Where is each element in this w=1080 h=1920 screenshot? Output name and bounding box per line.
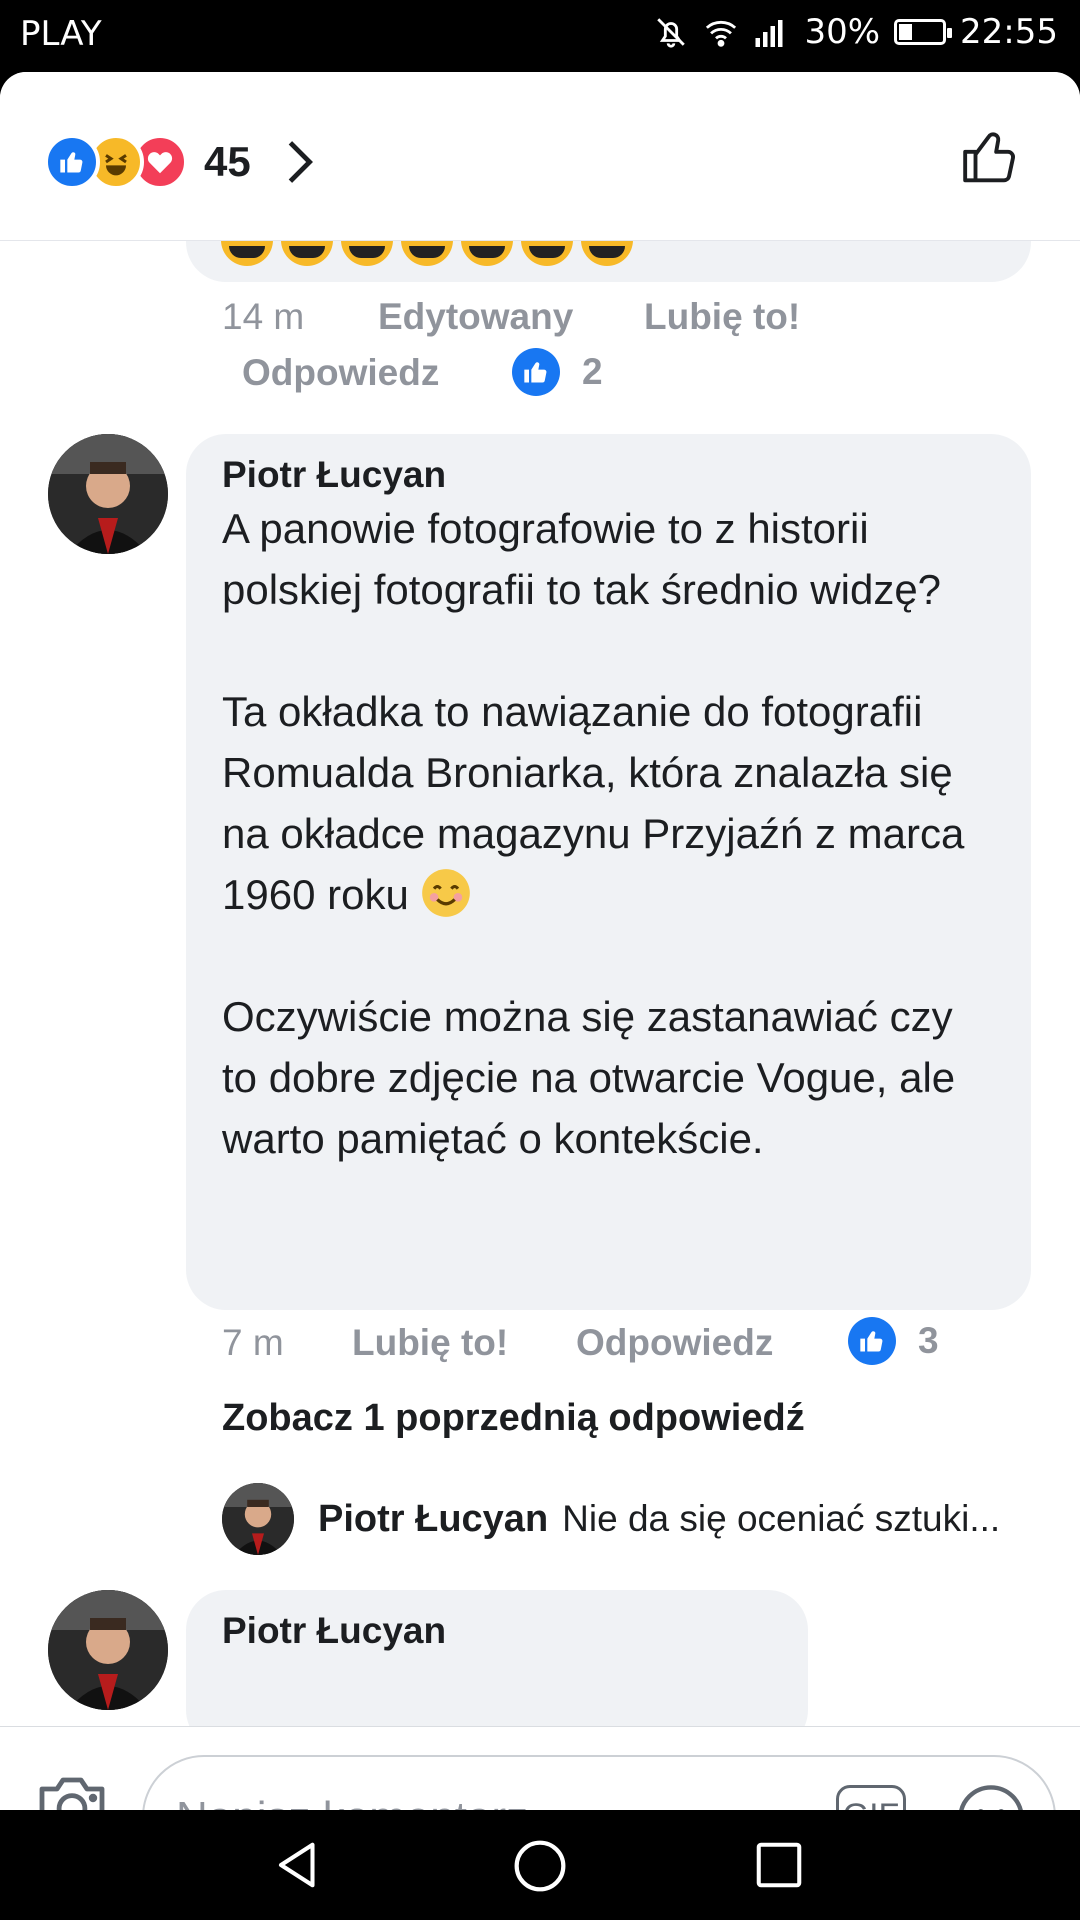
clock: 22:55 xyxy=(960,12,1058,52)
wifi-icon xyxy=(706,20,737,47)
reply-text: Nie da się oceniać sztuki... xyxy=(562,1498,1001,1539)
reply-link[interactable]: Odpowiedz xyxy=(576,1322,773,1364)
reply-link[interactable]: Odpowiedz xyxy=(242,352,439,394)
comment-paragraph: Oczywiście można się zastanawiać czy to … xyxy=(222,993,956,1162)
comment-paragraph: Ta okładka to nawiązanie do fotografii R… xyxy=(222,688,965,918)
avatar[interactable] xyxy=(48,1590,168,1710)
laughing-emoji-icon xyxy=(581,240,633,266)
home-icon xyxy=(514,1840,566,1892)
navigation-bar xyxy=(0,1810,1080,1920)
laughing-emoji-icon xyxy=(281,240,333,266)
comment-text: A panowie fotografowie to z historii pol… xyxy=(222,498,995,1169)
like-badge-icon xyxy=(512,348,560,396)
reactions-header: 45 xyxy=(0,72,1080,241)
mute-icon xyxy=(657,18,686,48)
gif-button[interactable]: GIF xyxy=(836,1785,906,1810)
back-icon xyxy=(278,1842,315,1888)
laughing-emoji-icon xyxy=(341,240,393,266)
smiling-emoji-icon xyxy=(422,869,471,917)
comment-bubble: Piotr Łucyan A panowie fotografowie to z… xyxy=(186,434,1031,1310)
comment-bubble: Piotr Łucyan xyxy=(186,1590,808,1726)
like-icon xyxy=(44,134,100,190)
avatar[interactable] xyxy=(48,434,168,554)
battery-percent: 30% xyxy=(804,12,881,52)
laughing-emoji-icon xyxy=(401,240,453,266)
like-link[interactable]: Lubię to! xyxy=(644,296,800,338)
comment-like-count[interactable]: 2 xyxy=(512,348,603,396)
home-button[interactable] xyxy=(512,1838,568,1899)
camera-button[interactable] xyxy=(36,1771,108,1810)
comment-list: 14 m Edytowany Lubię to! Odpowiedz 2 Pio… xyxy=(0,240,1080,1726)
comment-time: 14 m xyxy=(222,296,305,337)
comment-author[interactable]: Piotr Łucyan xyxy=(222,1610,446,1652)
reply-preview[interactable]: Piotr Łucyan Nie da się oceniać sztuki..… xyxy=(222,1482,1042,1556)
laughing-emoji-icon xyxy=(221,240,273,266)
like-count: 2 xyxy=(582,351,603,392)
comment-author[interactable]: Piotr Łucyan xyxy=(222,454,995,496)
comment-input[interactable] xyxy=(174,1775,798,1810)
reaction-count: 45 xyxy=(204,138,251,185)
see-previous-replies[interactable]: Zobacz 1 poprzednią odpowiedź xyxy=(222,1397,805,1440)
comment-like-count[interactable]: 3 xyxy=(848,1317,939,1365)
carrier-label: PLAY xyxy=(20,14,102,54)
laughing-emoji-icon xyxy=(461,240,513,266)
thumbs-up-icon xyxy=(963,132,1015,183)
reactions-summary[interactable]: 45 xyxy=(44,134,315,190)
comment-input-box[interactable]: GIF xyxy=(142,1755,1056,1810)
comment-composer: GIF xyxy=(0,1726,1080,1810)
like-link[interactable]: Lubię to! xyxy=(352,1322,508,1364)
comment-paragraph: A panowie fotografowie to z historii pol… xyxy=(222,505,942,613)
avatar[interactable] xyxy=(222,1483,294,1555)
like-count: 3 xyxy=(918,1320,939,1361)
laughing-emoji-icon xyxy=(521,240,573,266)
camera-icon xyxy=(39,1777,105,1810)
comment-time: 7 m xyxy=(222,1322,284,1363)
like-button[interactable] xyxy=(960,126,1022,193)
status-icons: 30% 22:55 xyxy=(654,12,1058,52)
battery-icon xyxy=(894,19,953,45)
laughing-emoji-row xyxy=(221,240,633,266)
smiley-icon xyxy=(959,1785,1023,1810)
recents-icon xyxy=(756,1842,802,1888)
reply-author[interactable]: Piotr Łucyan xyxy=(318,1498,548,1541)
like-badge-icon xyxy=(848,1317,896,1365)
status-bar: PLAY 30% 22:55 xyxy=(0,0,1080,72)
chevron-right-icon xyxy=(288,141,313,183)
recents-button[interactable] xyxy=(752,1838,806,1897)
edited-label[interactable]: Edytowany xyxy=(378,296,573,338)
comment-bubble xyxy=(186,240,1031,282)
emoji-button[interactable] xyxy=(956,1783,1026,1810)
signal-icon xyxy=(755,20,783,47)
back-button[interactable] xyxy=(272,1838,326,1897)
comments-sheet: 45 14 m Edytowany Lubię to! Odpowiedz 2 … xyxy=(0,72,1080,1810)
